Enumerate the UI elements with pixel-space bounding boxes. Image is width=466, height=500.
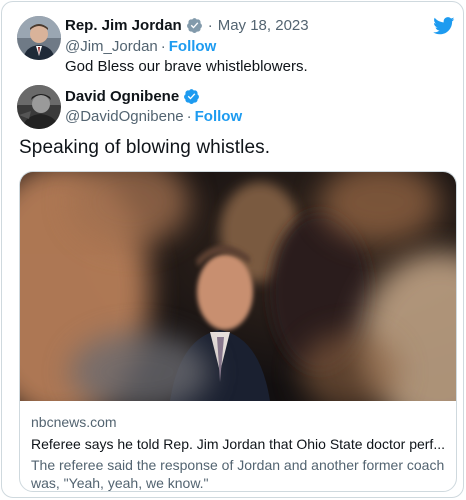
quoted-tweet-handle-row: @DavidOgnibene · Follow [65, 108, 242, 125]
separator-dot: · [207, 17, 213, 34]
avatar[interactable] [17, 16, 61, 60]
outer-tweet-header: Rep. Jim Jordan · May 18, 2023 [65, 17, 309, 34]
follow-button[interactable]: Follow [169, 38, 217, 55]
quoted-tweet-header: David Ognibene [65, 88, 200, 105]
link-domain: nbcnews.com [31, 414, 117, 430]
separator-dot: · [186, 108, 192, 125]
link-preview-image[interactable] [20, 172, 456, 432]
tweet-date[interactable]: May 18, 2023 [218, 17, 309, 34]
verified-badge-gray-icon [186, 17, 203, 34]
link-title[interactable]: Referee says he told Rep. Jim Jordan tha… [31, 436, 451, 452]
link-preview-card[interactable]: nbcnews.com Referee says he told Rep. Ji… [19, 171, 457, 492]
author-name[interactable]: Rep. Jim Jordan [65, 17, 182, 34]
verified-badge-blue-icon [183, 88, 200, 105]
embedded-tweet-card: Rep. Jim Jordan · May 18, 2023 @Jim_Jord… [1, 1, 464, 498]
tweet-text: God Bless our brave whistleblowers. [65, 58, 308, 75]
quoted-tweet-text: Speaking of blowing whistles. [19, 137, 271, 158]
outer-tweet-text-row: God Bless our brave whistleblowers. [65, 58, 308, 75]
outer-tweet-handle-row: @Jim_Jordan · Follow [65, 38, 216, 55]
author-name[interactable]: David Ognibene [65, 88, 179, 105]
avatar[interactable] [17, 85, 61, 129]
link-description: The referee said the response of Jordan … [31, 457, 445, 491]
author-handle[interactable]: @Jim_Jordan [65, 38, 158, 55]
author-handle[interactable]: @DavidOgnibene [65, 108, 184, 125]
twitter-bird-icon[interactable] [433, 17, 455, 40]
follow-button[interactable]: Follow [195, 108, 243, 125]
separator-dot: · [160, 38, 166, 55]
